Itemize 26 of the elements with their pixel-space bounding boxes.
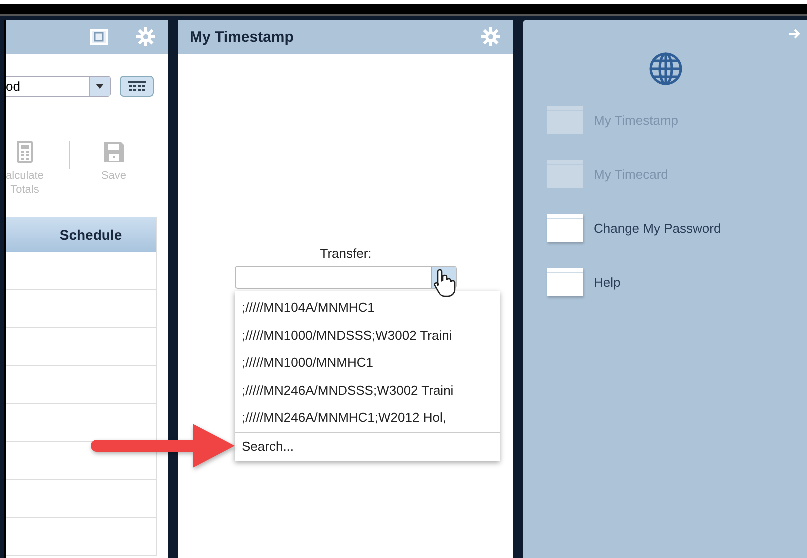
caret-icon [96, 84, 104, 89]
maximize-icon[interactable] [90, 29, 108, 45]
window-icon[interactable] [547, 106, 583, 134]
field-label: Transfer: [319, 246, 373, 261]
dropdown-option[interactable]: ;/////MN1000/MNMHC1 [235, 349, 500, 376]
menu-item[interactable]: Change My Password [594, 220, 722, 236]
panel-title: My Timestamp [190, 28, 294, 46]
calculator-icon[interactable] [17, 141, 33, 163]
menu-item[interactable]: Help [594, 274, 621, 290]
calendar-icon [128, 80, 146, 92]
calendar-button[interactable] [120, 76, 154, 97]
window-icon[interactable] [547, 214, 583, 242]
arrow-icon[interactable] [789, 29, 801, 39]
window-icon[interactable] [547, 160, 583, 188]
column-header: Schedule [6, 217, 156, 252]
period-select[interactable]: od [6, 76, 111, 97]
save-icon[interactable] [103, 141, 125, 163]
dropdown-option[interactable]: ;/////MN246A/MNMHC1;W2012 Hol, [235, 404, 500, 432]
dropdown-option[interactable]: ;/////MN1000/MNDSSS;W3002 Traini [235, 322, 500, 349]
dropdown-option[interactable]: ;/////MN104A/MNMHC1 [235, 294, 500, 322]
settings-icon[interactable] [481, 27, 501, 47]
window-icon[interactable] [547, 268, 583, 296]
search-option[interactable]: Search... [235, 432, 500, 460]
dropdown-option[interactable]: ;/////MN246A/MNDSSS;W3002 Traini [235, 376, 500, 404]
globe-icon[interactable] [649, 52, 683, 86]
settings-icon[interactable] [136, 27, 156, 47]
